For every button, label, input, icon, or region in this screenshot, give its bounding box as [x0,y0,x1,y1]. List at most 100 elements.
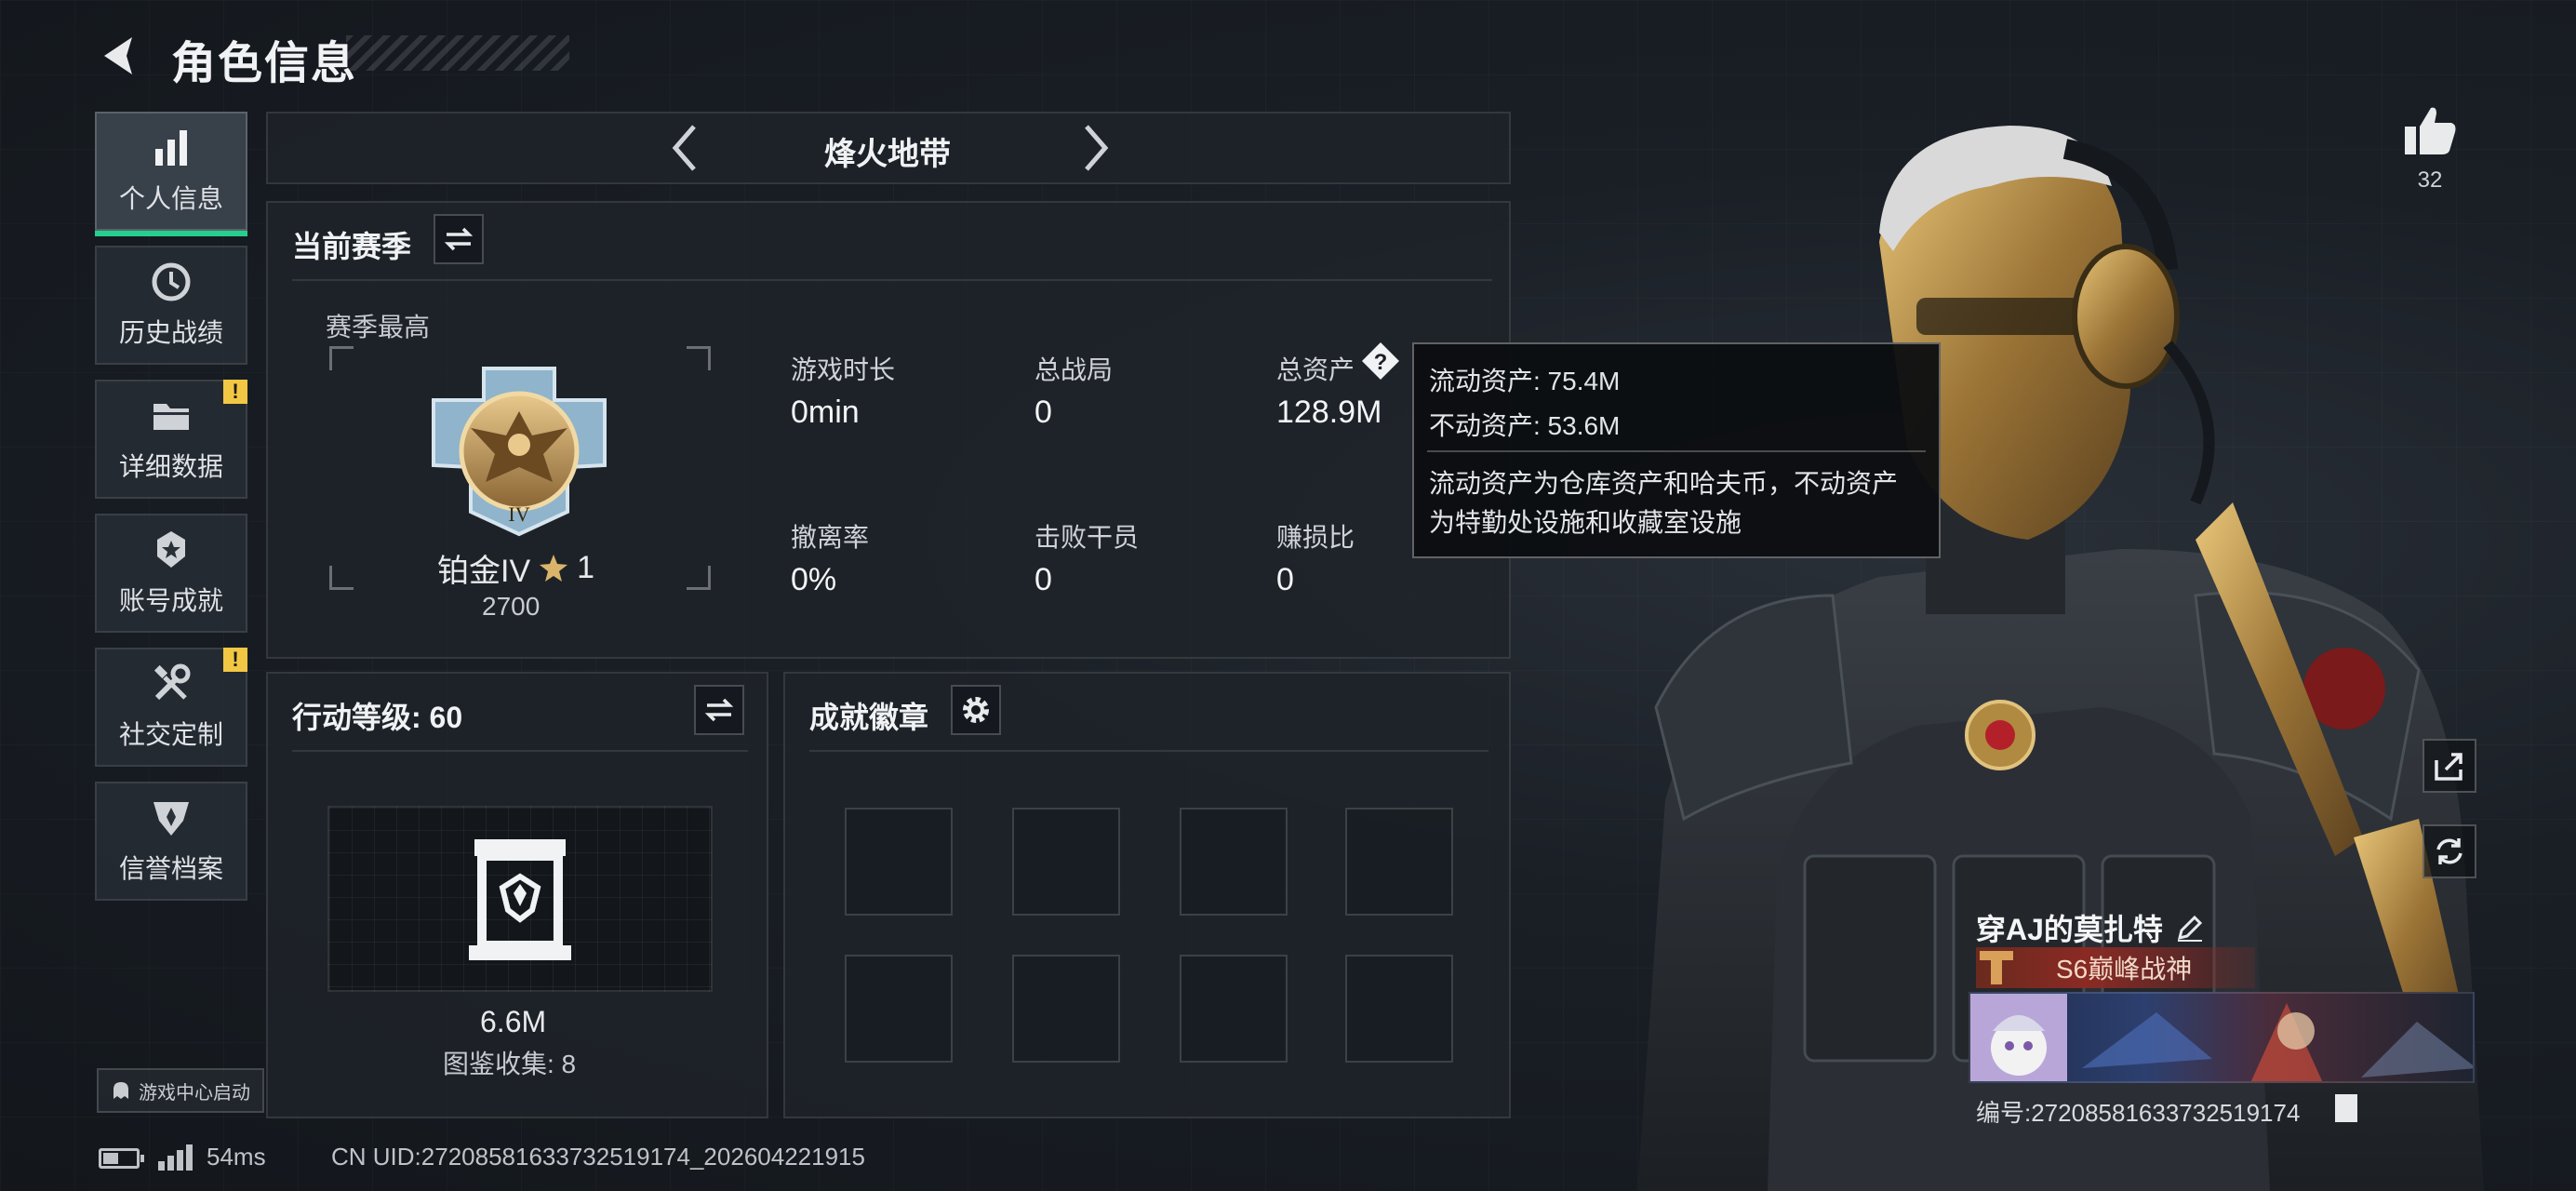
action-level-title: 行动等级: 60 [292,701,463,734]
sidebar-item-label: 个人信息 [118,184,223,213]
banner-art [1970,994,2473,1081]
mode-title: 烽火地带 [824,137,951,172]
sidebar-item-label: 历史战绩 [118,318,223,347]
divider [809,750,1488,752]
season-switch-button[interactable] [434,214,484,264]
action-switch-button[interactable] [694,685,744,735]
uid-text: CN UID:2720858163373251917​4_20260422191… [331,1143,865,1171]
frame-corner [329,566,354,590]
battery-icon [99,1148,144,1169]
rank-name-row: 铂金IV 1 [437,545,594,591]
like-button[interactable]: 32 [2400,104,2460,207]
refresh-button[interactable] [2423,824,2476,878]
frame-corner [329,346,354,370]
player-name-row: 穿AJ的莫扎特 [1976,906,2204,949]
stat-value: 0min [791,395,860,430]
stat-label: 游戏时长 [791,355,896,384]
divider [292,279,1492,281]
stat-label: 撤离率 [791,523,870,552]
like-count: 32 [2417,167,2443,193]
badge-slot[interactable] [845,808,953,916]
ping-value: 54ms [207,1143,266,1171]
switch-arrows-icon [704,698,734,722]
stat-value: 0% [791,562,837,597]
badge-slot[interactable] [845,955,953,1063]
sidebar-item-history[interactable]: 历史战绩 [95,246,247,365]
edit-pencil-icon[interactable] [2176,914,2204,942]
title-badge-text: S6巅峰战神 [2056,955,2193,984]
switch-arrows-icon [444,227,474,251]
tooltip-note-line: 为特勤处设施和收藏室设施 [1429,508,1742,537]
bar-chart-icon [155,130,187,166]
history-clock-icon [152,262,191,301]
tooltip-liquid-assets: 流动资产: 75.4M [1429,367,1621,395]
achievement-medal-icon [157,531,185,568]
gear-icon [963,697,989,723]
svg-text:?: ? [1374,350,1388,375]
sidebar-item-detailed-data[interactable]: ! 详细数据 [95,380,247,499]
rank-name: 铂金IV [437,554,531,589]
back-arrow-icon[interactable] [93,28,149,88]
player-id: 编号:2720858163373251917​4 [1976,1099,2301,1127]
game-center-launch-button[interactable]: 游戏中心启动 [97,1068,264,1113]
stat-label: 击败干员 [1034,523,1140,552]
stat-label: 赚损比 [1276,523,1355,552]
title-badge: S6巅峰战神 [1976,947,2255,988]
sidebar-item-credit-record[interactable]: 信誉档案 [95,782,247,901]
stat-label: 总资产 [1276,355,1355,384]
stat-value: 128.9M [1276,395,1382,430]
sidebar-item-label: 社交定制 [118,720,223,749]
page-title: 角色信息 [171,39,358,88]
badge-slot[interactable] [1345,955,1453,1063]
badge-slot[interactable] [1012,955,1120,1063]
folder-icon [153,404,189,430]
season-best-label: 赛季最高 [326,313,431,341]
sidebar-item-social-customize[interactable]: ! 社交定制 [95,648,247,767]
sidebar-item-personal-info[interactable]: 个人信息 [95,112,247,236]
ghost-icon [113,1082,128,1099]
title-decoration [346,35,569,71]
stat-value: 0 [1276,562,1294,597]
tooltip-fixed-assets: 不动资产: 53.6M [1429,411,1621,440]
stat-value: 0 [1034,562,1052,597]
alert-badge: ! [223,648,247,672]
badge-slot[interactable] [1180,955,1288,1063]
collection-value: 6.6M [480,1005,547,1038]
divider [292,750,748,752]
rank-stars: 1 [577,550,595,585]
frame-corner [687,566,711,590]
sidebar-item-label: 信誉档案 [118,854,223,883]
tools-icon [153,663,191,701]
badges-title: 成就徽章 [809,701,929,734]
season-panel-title: 当前赛季 [292,230,412,263]
asset-tooltip: 流动资产: 75.4M 不动资产: 53.6M 流动资产为仓库资产和哈夫币，不动… [1412,342,1941,558]
next-mode-chevron-icon[interactable] [1074,119,1118,181]
frame-corner [687,346,711,370]
rank-emblem-icon [1980,951,2013,984]
share-icon [2435,753,2463,781]
rank-score: 2700 [482,592,541,621]
share-button[interactable] [2423,739,2476,793]
rank-badge-icon: IV [432,367,607,537]
stat-value: 0 [1034,395,1052,430]
badge-slot[interactable] [1180,808,1288,916]
copy-id-icon[interactable] [2335,1094,2357,1122]
tooltip-divider [1427,450,1926,452]
collection-count: 图鉴收集: 8 [443,1050,577,1078]
credit-shield-icon [153,802,189,836]
star-icon [540,554,568,582]
player-banner[interactable] [1969,992,2475,1083]
badge-slot[interactable] [1012,808,1120,916]
player-name: 穿AJ的莫扎特 [1976,913,2163,946]
game-center-label: 游戏中心启动 [139,1082,250,1104]
sidebar-item-achievements[interactable]: 账号成就 [95,514,247,633]
asset-info-icon[interactable]: ? [1360,341,1401,386]
sidebar-item-label: 账号成就 [118,586,223,615]
collection-case-icon [469,839,571,960]
badge-slot[interactable] [1345,808,1453,916]
prev-mode-chevron-icon[interactable] [662,119,707,181]
thumbs-up-icon [2405,107,2456,154]
stat-label: 总战局 [1034,355,1114,384]
badges-settings-button[interactable] [951,685,1001,735]
tooltip-note-line: 流动资产为仓库资产和哈夫币，不动资产 [1429,469,1899,498]
